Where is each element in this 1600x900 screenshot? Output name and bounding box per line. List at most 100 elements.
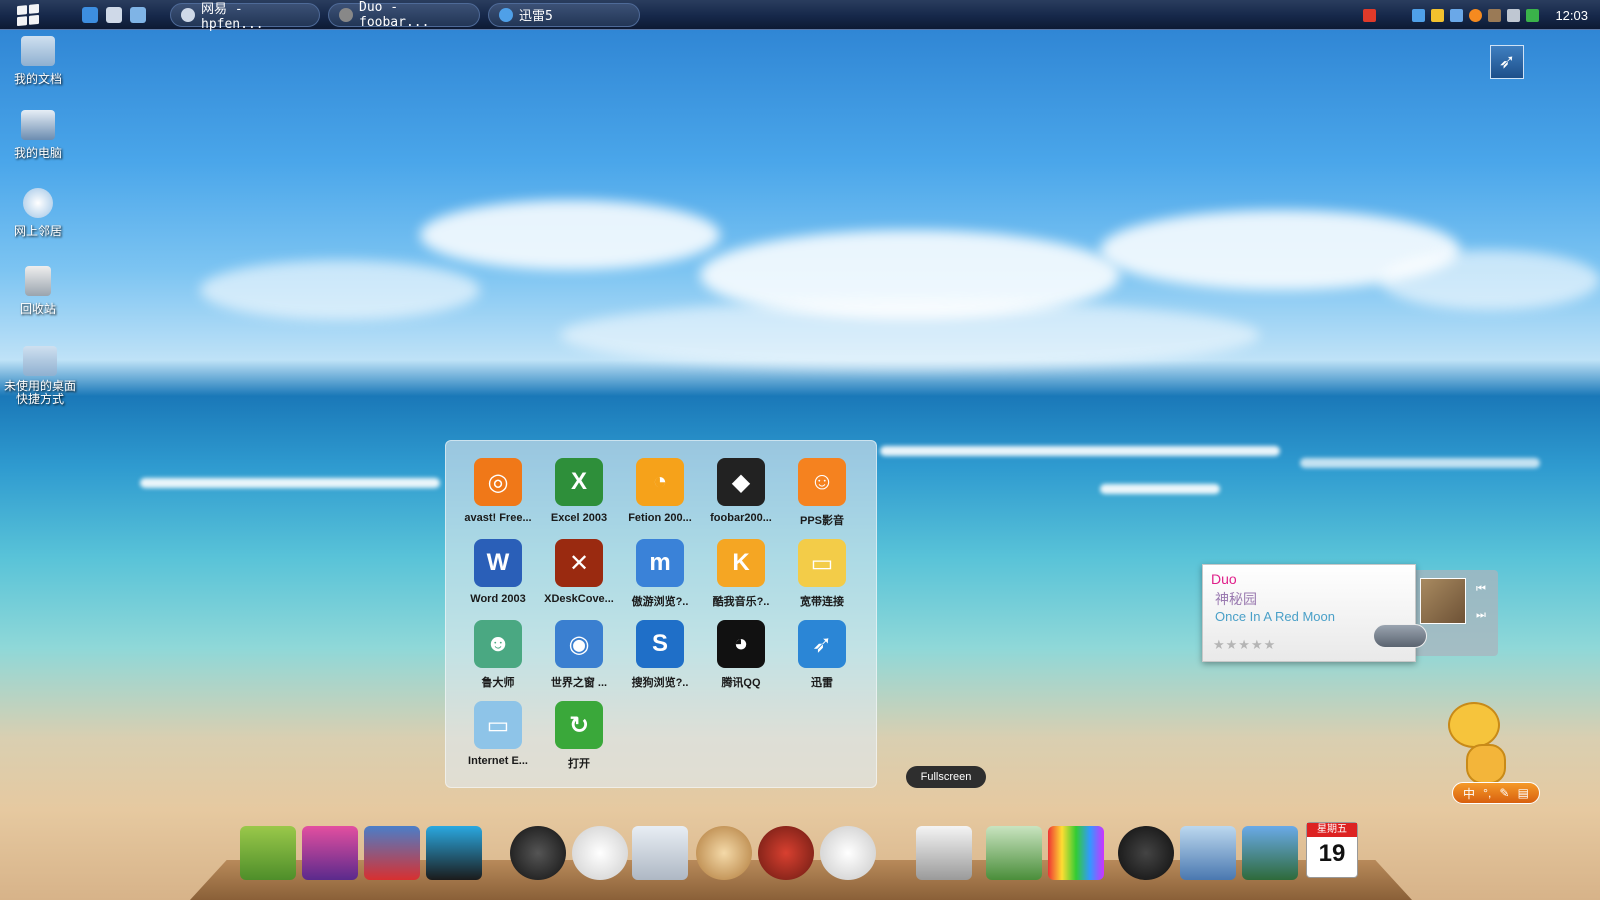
- ime-mode-label[interactable]: 中: [1463, 785, 1475, 802]
- taskbar: 网易 - hpfen... Duo - foobar... 迅雷5 12:03: [0, 0, 1600, 32]
- launcher-app[interactable]: ◆ foobar200...: [698, 458, 784, 524]
- mascot-head: [1448, 702, 1500, 748]
- launcher-app[interactable]: S 搜狗浏览?..: [617, 620, 703, 690]
- launcher-app-label: 打开: [568, 758, 590, 770]
- dock-snoopy-icon[interactable]: [572, 826, 628, 880]
- dock-stack-icon[interactable]: [632, 826, 688, 880]
- maxthon-icon: m: [636, 539, 684, 587]
- sogou-ime-icon[interactable]: [1363, 8, 1377, 22]
- artist-name: Duo: [1211, 571, 1237, 587]
- rating-stars[interactable]: ★★★★★: [1213, 637, 1276, 653]
- desktop-icon-label: 网上邻居: [13, 224, 62, 238]
- ie-icon[interactable]: [82, 6, 98, 23]
- volume-knob[interactable]: [1373, 624, 1427, 648]
- launcher-app[interactable]: ◎ avast! Free...: [455, 458, 541, 524]
- launcher-app[interactable]: K 酷我音乐?..: [698, 539, 784, 609]
- open-icon: ↻: [555, 701, 603, 749]
- task-label: Duo - foobar...: [359, 0, 430, 30]
- launcher-app[interactable]: ↻ 打开: [536, 701, 622, 771]
- dock-folder-android[interactable]: [240, 826, 296, 880]
- launcher-app[interactable]: ☻ 鲁大师: [455, 620, 541, 690]
- album-cover: [1420, 578, 1466, 624]
- launcher-app-label: 酷我音乐?..: [712, 596, 770, 608]
- ludashi-icon: ☻: [474, 620, 522, 668]
- launcher-app-label: XDeskCove...: [544, 593, 614, 605]
- next-track-icon[interactable]: ⏭: [1474, 608, 1488, 622]
- launcher-app[interactable]: ➶ 迅雷: [779, 620, 865, 690]
- launcher-app[interactable]: ◕ 腾讯QQ: [698, 620, 784, 690]
- launcher-app-label: 傲游浏览?..: [631, 596, 689, 608]
- task-label: 迅雷5: [519, 9, 553, 24]
- song-title: Once In A Red Moon: [1215, 609, 1335, 624]
- clock[interactable]: 12:03: [1555, 8, 1588, 23]
- dock-system-prefs-icon[interactable]: [1180, 826, 1236, 880]
- task-button-netease[interactable]: 网易 - hpfen...: [170, 2, 320, 32]
- folder-icon: [21, 36, 55, 66]
- desktop-icon-recycle-bin[interactable]: 回收站: [0, 266, 76, 317]
- dock-tooltip: Fullscreen: [906, 766, 986, 788]
- calendar-day: 19: [1318, 840, 1346, 867]
- qq-tray-icon[interactable]: [1431, 8, 1445, 22]
- dock-rainbow-icon[interactable]: [1048, 826, 1104, 880]
- dock-qq-icon[interactable]: [510, 826, 566, 880]
- app-tray-icon[interactable]: [1488, 8, 1502, 22]
- dock-folder-converse[interactable]: [364, 826, 420, 880]
- album-name: 神秘园: [1215, 591, 1257, 607]
- system-tray: 12:03: [1363, 0, 1600, 30]
- pps-icon: ☺: [798, 458, 846, 506]
- dock-screenshot-icon[interactable]: [916, 826, 972, 880]
- launcher-app[interactable]: W Word 2003: [455, 539, 541, 605]
- launcher-app[interactable]: ▭ Internet E...: [455, 701, 541, 767]
- dock-folder-blocks[interactable]: [426, 826, 482, 880]
- desktop-icon-unused-shortcuts[interactable]: 未使用的桌面快捷方式: [0, 346, 80, 406]
- desktop-icon-network[interactable]: 网上邻居: [0, 188, 76, 239]
- previous-track-icon[interactable]: ⏮: [1474, 582, 1488, 596]
- mascot-body: [1466, 744, 1506, 784]
- launcher-app-label: PPS影音: [799, 515, 844, 527]
- desktop-icon-my-computer[interactable]: 我的电脑: [0, 110, 76, 161]
- launcher-app[interactable]: ✕ XDeskCove...: [536, 539, 622, 605]
- launcher-app-label: Fetion 200...: [628, 512, 692, 524]
- xunlei-float-icon[interactable]: ➶: [1490, 45, 1524, 79]
- ime-toolbar[interactable]: 中 °, ✎ ▤: [1452, 782, 1540, 804]
- network-icon[interactable]: [1450, 8, 1464, 22]
- launcher-app[interactable]: m 傲游浏览?..: [617, 539, 703, 609]
- keyboard-icon[interactable]: ▤: [1518, 786, 1529, 800]
- xunlei-tray-icon[interactable]: [1412, 8, 1426, 22]
- dock-desktop-icon[interactable]: [1242, 826, 1298, 880]
- wave: [1300, 458, 1540, 468]
- dock-dashboard-icon[interactable]: [1118, 826, 1174, 880]
- start-button[interactable]: [0, 0, 56, 30]
- task-button-xunlei[interactable]: 迅雷5: [488, 2, 640, 27]
- punctuation-icon[interactable]: °,: [1483, 786, 1491, 800]
- volume-icon[interactable]: [1507, 8, 1521, 22]
- launcher-app-label: avast! Free...: [464, 512, 532, 524]
- avast-tray-icon[interactable]: [1469, 8, 1483, 22]
- security-shield-icon[interactable]: [1526, 8, 1540, 22]
- broadband-folder-icon: ▭: [798, 539, 846, 587]
- ime-mascot[interactable]: [1440, 698, 1520, 790]
- dock-folder-colorful[interactable]: [302, 826, 358, 880]
- dock-hamster-icon[interactable]: [696, 826, 752, 880]
- launcher-app-label: 迅雷: [811, 677, 833, 689]
- dock-character-icon[interactable]: [758, 826, 814, 880]
- browser-icon[interactable]: [130, 6, 146, 23]
- launcher-app[interactable]: ▭ 宽带连接: [779, 539, 865, 609]
- music-widget-side: ⏮ ⏭: [1416, 570, 1498, 656]
- desktop-icon-my-documents[interactable]: 我的文档: [0, 36, 76, 87]
- launcher-app[interactable]: ◔ Fetion 200...: [617, 458, 703, 524]
- dock-folder-green[interactable]: [986, 826, 1042, 880]
- dock-calendar-icon[interactable]: 星期五 19: [1306, 822, 1358, 878]
- launcher-app[interactable]: ☺ PPS影音: [779, 458, 865, 528]
- dock-music-cd-icon[interactable]: [820, 826, 876, 880]
- cloud: [200, 260, 480, 320]
- launcher-app[interactable]: X Excel 2003: [536, 458, 622, 524]
- launcher-app-label: 鲁大师: [481, 677, 515, 689]
- computer-icon: [21, 110, 55, 140]
- show-desktop-icon[interactable]: [106, 6, 122, 23]
- internet-explorer-folder-icon: ▭: [474, 701, 522, 749]
- cloud: [560, 300, 1260, 370]
- task-button-foobar[interactable]: Duo - foobar...: [328, 0, 480, 30]
- launcher-app[interactable]: ◉ 世界之窗 ...: [536, 620, 622, 690]
- skin-icon[interactable]: ✎: [1499, 786, 1509, 800]
